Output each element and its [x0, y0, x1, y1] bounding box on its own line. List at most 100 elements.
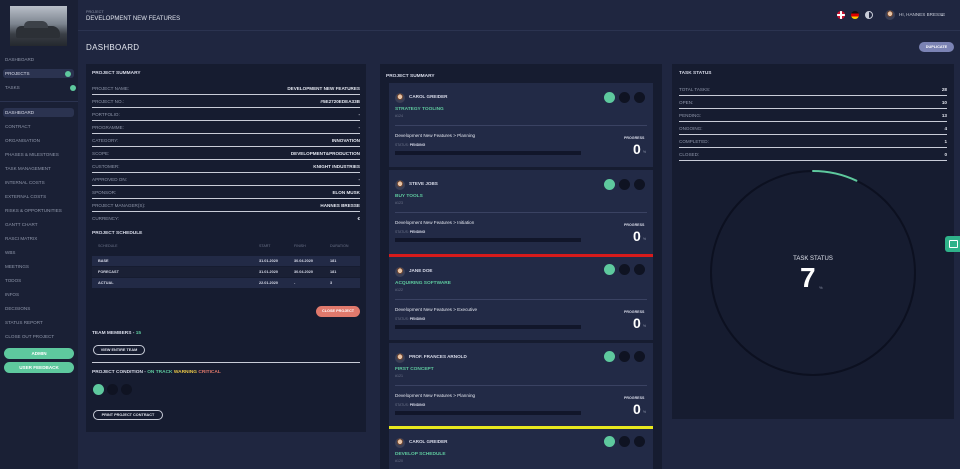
nav-status-report[interactable]: STATUS REPORT — [5, 318, 43, 327]
duplicate-button[interactable]: DUPLICATE — [919, 42, 954, 52]
schedule-cell: 22.01.2020 — [259, 280, 279, 285]
nav-organisation[interactable]: ORGANISATION — [5, 136, 40, 145]
view-team-button[interactable]: VIEW ENTIRE TEAM — [93, 345, 145, 355]
summary-key: CURRENCY: — [92, 216, 120, 221]
gauge-value: 7 — [800, 262, 816, 293]
nav-wbs[interactable]: WBS — [5, 248, 15, 257]
task-title[interactable]: BUY TOOLS — [395, 194, 423, 199]
summary-value: KNIGHT INDUSTRIES — [313, 164, 360, 169]
user-greeting[interactable]: HI, HANNES BRESSE — [899, 12, 945, 17]
summary-key: PROJECT NAME: — [92, 86, 130, 91]
task-status: STATUS: PENDING — [395, 317, 425, 321]
progress-unit: % — [643, 237, 647, 241]
nav-projects[interactable]: PROJECTS — [3, 69, 74, 78]
task-status-light — [604, 179, 615, 190]
task-status-key: ONGOING: — [679, 126, 703, 131]
task-title[interactable]: DEVELOP SCHEDULE — [395, 452, 446, 457]
task-status-light — [604, 264, 615, 275]
project-thumbnail[interactable] — [10, 6, 67, 46]
schedule-cell: 31.01.2020 — [259, 258, 279, 263]
admin-button[interactable]: ADMIN — [4, 348, 74, 359]
task-status-value: 10 — [941, 100, 947, 105]
user-avatar[interactable] — [885, 10, 895, 20]
team-label-text: TEAM MEMBERS - — [92, 331, 135, 336]
uk-flag-icon[interactable] — [837, 11, 845, 19]
progress-label: PROGRESS — [624, 310, 645, 314]
task-status-title: TASK STATUS — [679, 71, 712, 76]
project-summary-panel: PROJECT SUMMARY PROJECT NAME: DEVELOPMENT… — [86, 64, 366, 432]
summary-value: - — [358, 112, 360, 117]
nav-close-out[interactable]: CLOSE OUT PROJECT — [5, 332, 54, 341]
project-name: DEVELOPMENT NEW FEATURES — [86, 16, 181, 22]
nav-rasci[interactable]: RASCI MATRIX — [5, 234, 37, 243]
progress-bar — [395, 238, 581, 242]
task-title[interactable]: STRATEGY TOOLING — [395, 107, 444, 112]
status-value: PENDING — [409, 230, 426, 234]
task-title[interactable]: FIRST CONCEPT — [395, 367, 434, 372]
task-status-key: PENDING: — [679, 113, 702, 118]
schedule-header: FINISH — [294, 244, 306, 248]
status-label: STATUS: — [395, 403, 409, 407]
progress-label: PROGRESS — [624, 396, 645, 400]
schedule-cell: FORECAST — [98, 269, 119, 274]
close-project-button[interactable]: CLOSE PROJECT — [316, 306, 360, 317]
task-status-light — [634, 92, 645, 103]
schedule-cell: 30.04.2020 — [294, 258, 314, 263]
project-label: PROJECT — [86, 10, 104, 14]
progress-bar — [395, 325, 581, 329]
schedule-cell: ACTUAL — [98, 280, 114, 285]
nav-meetings[interactable]: MEETINGS — [5, 262, 29, 271]
nav-contract[interactable]: CONTRACT — [5, 122, 31, 131]
task-card[interactable]: STEVE JOBS BUY TOOLS #123 Development Ne… — [389, 170, 653, 254]
progress-value: 0 — [633, 228, 641, 244]
feedback-chat-icon[interactable] — [945, 236, 960, 252]
nav-phases[interactable]: PHASES & MILESTONES — [5, 150, 59, 159]
condition-critical: CRITICAL — [198, 370, 221, 375]
nav-infos[interactable]: INFOS — [5, 290, 19, 299]
task-status-light — [619, 351, 630, 362]
task-path: Development New Features > Planning — [395, 133, 476, 138]
task-status-key: COMPLETED: — [679, 139, 709, 144]
nav-todos[interactable]: TODOS — [5, 276, 21, 285]
task-card[interactable]: PROF. FRANCES ARNOLD FIRST CONCEPT #121 … — [389, 343, 653, 426]
summary-value: INNOVATION — [331, 138, 360, 143]
nav-internal-costs[interactable]: INTERNAL COSTS — [5, 178, 45, 187]
nav-risks[interactable]: RISKS & OPPORTUNITIES — [5, 206, 62, 215]
card-divider — [395, 299, 647, 300]
nav-task-management[interactable]: TASK MANAGEMENT — [5, 164, 51, 173]
nav-gantt[interactable]: GANTT CHART — [5, 220, 38, 229]
summary-key: PROJECT NO.: — [92, 99, 125, 104]
progress-value: 0 — [633, 401, 641, 417]
nav-decisions[interactable]: DECISIONS — [5, 304, 30, 313]
nav-external-costs[interactable]: EXTERNAL COSTS — [5, 192, 46, 201]
schedule-header: START — [259, 244, 271, 248]
progress-label: PROGRESS — [624, 136, 645, 140]
task-status-value: 13 — [941, 113, 947, 118]
task-status: STATUS: PENDING — [395, 230, 425, 234]
assignee-avatar — [395, 267, 405, 277]
theme-toggle-icon[interactable] — [865, 11, 873, 19]
task-path: Development New Features > Executive — [395, 307, 478, 312]
summary-value: DEVELOPMENT&PRODUCTION — [290, 151, 360, 156]
card-divider — [395, 125, 647, 126]
task-card[interactable]: CAROL GREIDER STRATEGY TOOLING #124 Deve… — [389, 83, 653, 167]
nav-tasks[interactable]: TASKS — [5, 83, 76, 92]
nav-dashboard[interactable]: DASHBOARD — [5, 55, 34, 64]
task-card[interactable]: CAROL GREIDER DEVELOP SCHEDULE #120 — [389, 429, 653, 469]
task-title[interactable]: ACQUIRING SOFTWARE — [395, 281, 451, 286]
task-card[interactable]: JANE DOE ACQUIRING SOFTWARE #122 Develop… — [389, 257, 653, 340]
summary-value: #5E2720EDEA33B — [320, 99, 360, 104]
chevron-down-icon[interactable]: ⌄ — [940, 12, 944, 18]
de-flag-icon[interactable] — [851, 11, 859, 19]
summary-value: DEVELOPMENT NEW FEATURES — [287, 86, 360, 91]
user-feedback-button[interactable]: USER FEEDBACK — [4, 362, 74, 373]
schedule-title: PROJECT SCHEDULE — [92, 231, 143, 236]
gauge-progress — [812, 170, 858, 182]
schedule-cell: - — [294, 280, 296, 285]
card-divider — [395, 212, 647, 213]
status-value: PENDING — [409, 317, 426, 321]
nav-project-dashboard[interactable]: DASHBOARD — [3, 108, 74, 117]
print-contract-button[interactable]: PRINT PROJECT CONTRACT — [93, 410, 163, 420]
condition-green-light — [93, 384, 104, 395]
team-count: 15 — [135, 331, 142, 336]
